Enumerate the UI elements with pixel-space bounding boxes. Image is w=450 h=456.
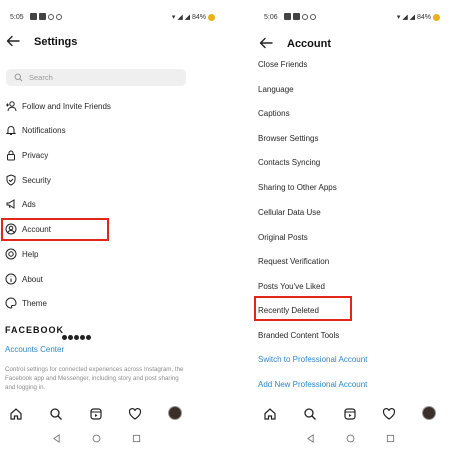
notification-icons [284,13,318,20]
status-time: 5:05 [10,14,24,21]
account-item-posts-liked[interactable]: Posts You've Liked [258,279,325,293]
search-placeholder: Search [29,73,53,82]
account-item-captions[interactable]: Captions [258,106,290,120]
settings-item-about[interactable]: About [5,271,43,287]
settings-item-label: Privacy [22,150,49,160]
settings-item-help[interactable]: Help [5,246,38,262]
bell-icon [5,126,17,135]
settings-item-privacy[interactable]: Privacy [5,147,48,163]
switch-professional-link[interactable]: Switch to Professional Account [258,352,367,366]
bottom-navigation [0,404,195,424]
shield-icon [6,174,16,186]
reels-icon[interactable] [89,407,103,421]
battery-icon [433,13,440,21]
add-person-icon [6,101,17,112]
heart-icon[interactable] [382,407,396,421]
notification-icons [30,13,64,20]
account-screen: 5:06 ▾ ◢ ◢ 84% Account Close Friends Lan… [240,0,450,456]
megaphone-icon [6,199,15,209]
heart-icon[interactable] [128,407,142,421]
settings-item-label: Ads [22,199,36,209]
battery-percent: 84% [416,14,431,21]
settings-item-ads[interactable]: Ads [5,196,36,212]
info-icon [5,273,17,285]
settings-item-label: Help [22,249,39,259]
bottom-navigation [262,404,450,424]
settings-item-theme[interactable]: Theme [5,295,47,311]
settings-item-follow-invite[interactable]: Follow and Invite Friends [5,98,111,114]
account-item-sharing-other-apps[interactable]: Sharing to Other Apps [258,180,337,194]
meta-brand-label: FACEBOOK [5,325,65,335]
system-status-icons: ▾ ◢ ◢ 84% [172,13,215,21]
search-icon[interactable] [303,407,317,421]
settings-item-security[interactable]: Security [5,172,51,188]
meta-app-icons [62,327,92,345]
settings-screen: 5:05 ▾ ◢ ◢ 84% Settings Search Follow an… [0,0,225,456]
page-title: Account [287,38,331,50]
search-icon[interactable] [49,407,63,421]
accounts-center-link[interactable]: Accounts Center [5,345,64,354]
recently-deleted-highlight-box [254,296,352,321]
account-highlight-box [1,218,109,241]
system-back-icon[interactable] [306,434,315,443]
status-bar: 5:05 ▾ ◢ ◢ 84% [10,12,215,26]
home-icon[interactable] [9,407,23,421]
account-item-request-verification[interactable]: Request Verification [258,254,329,268]
reels-icon[interactable] [343,407,357,421]
account-item-close-friends[interactable]: Close Friends [258,57,307,71]
system-navigation-bar [0,432,195,446]
account-item-language[interactable]: Language [258,82,294,96]
settings-item-label: Follow and Invite Friends [22,101,111,111]
search-icon [14,73,23,82]
settings-item-label: Theme [22,298,47,308]
search-input[interactable]: Search [6,69,186,86]
back-arrow-icon[interactable] [259,36,273,50]
account-item-cellular-data[interactable]: Cellular Data Use [258,205,321,219]
page-title: Settings [34,36,78,48]
account-item-branded-content[interactable]: Branded Content Tools [258,328,339,342]
system-recents-icon[interactable] [132,434,141,443]
account-item-original-posts[interactable]: Original Posts [258,230,308,244]
battery-percent: 84% [191,14,206,21]
system-back-icon[interactable] [52,434,61,443]
account-item-browser-settings[interactable]: Browser Settings [258,131,318,145]
settings-item-label: Security [22,175,51,185]
lock-icon [7,150,15,161]
account-item-contacts-syncing[interactable]: Contacts Syncing [258,155,320,169]
add-professional-link[interactable]: Add New Professional Account [258,377,367,391]
system-recents-icon[interactable] [386,434,395,443]
status-bar: 5:06 ▾ ◢ ◢ 84% [264,12,440,26]
settings-item-label: Notifications [22,125,66,135]
settings-item-notifications[interactable]: Notifications [5,122,66,138]
system-home-icon[interactable] [92,434,101,443]
system-navigation-bar [262,432,450,446]
settings-item-label: About [22,274,43,284]
back-arrow-icon[interactable] [6,34,20,48]
palette-icon [5,297,17,309]
lifebuoy-icon [5,248,17,260]
home-icon[interactable] [263,407,277,421]
battery-icon [208,13,215,21]
profile-avatar[interactable] [422,406,436,420]
profile-avatar[interactable] [168,406,182,420]
status-time: 5:06 [264,14,278,21]
system-status-icons: ▾ ◢ ◢ 84% [397,13,440,21]
accounts-center-description: Control settings for connected experienc… [5,366,184,391]
system-home-icon[interactable] [346,434,355,443]
